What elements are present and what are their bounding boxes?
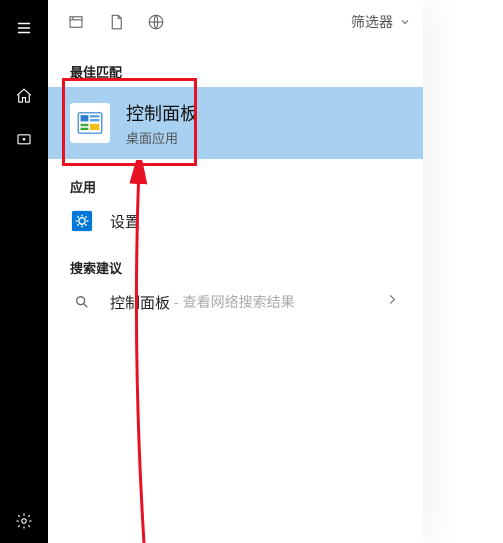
best-match-text: 控制面板 桌面应用 [126, 100, 198, 147]
best-match-subtitle: 桌面应用 [126, 128, 198, 147]
control-panel-icon [70, 103, 110, 143]
globe-icon [147, 13, 165, 31]
results: 最佳匹配 控制面板 桌面应用 [48, 62, 423, 321]
search-icon [70, 294, 94, 310]
gear-icon [15, 512, 33, 530]
scope-web[interactable] [136, 0, 176, 44]
suggestion-text: 控制面板 [110, 292, 170, 313]
top-toolbar: 筛选器 [48, 0, 423, 44]
left-rail [0, 0, 48, 543]
monitor-icon [15, 131, 33, 149]
filter-label: 筛选器 [351, 12, 393, 32]
rail-settings[interactable] [0, 499, 48, 543]
section-apps: 应用 [70, 177, 405, 196]
suggestion-item[interactable]: 控制面板 - 查看网络搜索结果 [70, 283, 405, 321]
suggestion-hint: - 查看网络搜索结果 [174, 292, 295, 312]
section-best-match: 最佳匹配 [70, 62, 405, 81]
app-item-label: 设置 [110, 211, 140, 232]
best-match-title: 控制面板 [126, 100, 198, 126]
chevron-right-icon [385, 293, 399, 312]
app-item-settings[interactable]: 设置 [70, 202, 405, 240]
chevron-down-icon [399, 16, 411, 28]
content-area: 筛选器 最佳匹配 [48, 0, 423, 543]
scope-documents[interactable] [96, 0, 136, 44]
document-icon [107, 13, 125, 31]
menu-button[interactable] [0, 6, 48, 50]
hamburger-icon [15, 19, 33, 37]
rail-screen[interactable] [0, 118, 48, 162]
rail-home[interactable] [0, 74, 48, 118]
section-suggestions: 搜索建议 [70, 258, 405, 277]
search-panel: 筛选器 最佳匹配 [0, 0, 423, 543]
settings-app-icon [70, 209, 94, 233]
scope-apps[interactable] [56, 0, 96, 44]
window-icon [67, 13, 85, 31]
best-match-item[interactable]: 控制面板 桌面应用 [48, 87, 423, 159]
filter-dropdown[interactable]: 筛选器 [351, 12, 411, 32]
home-icon [15, 87, 33, 105]
